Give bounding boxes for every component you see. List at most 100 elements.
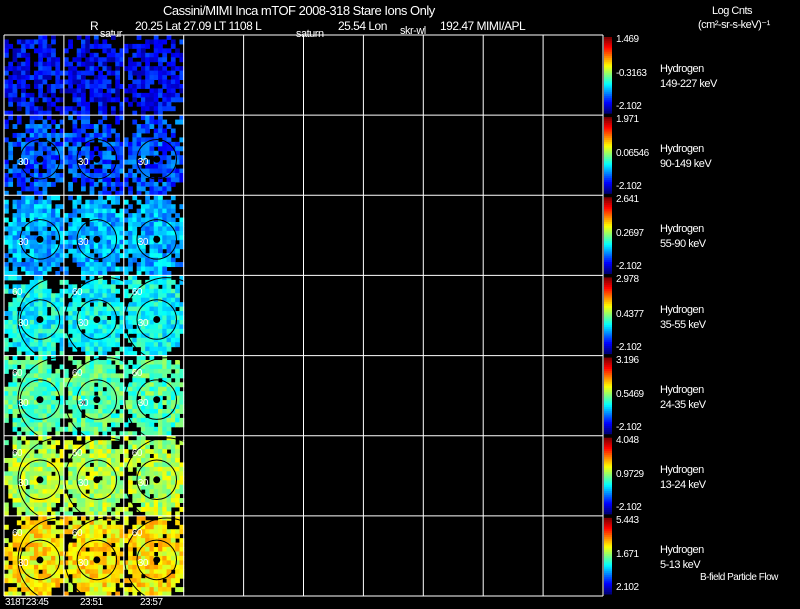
heatmap-cell <box>33 275 39 281</box>
heatmap-cell <box>29 400 35 406</box>
heatmap-cell <box>132 226 138 232</box>
heatmap-cell <box>132 244 138 250</box>
heatmap-cell <box>85 61 91 67</box>
heatmap-cell <box>16 83 22 89</box>
heatmap-cell <box>115 168 121 174</box>
heatmap-cell <box>98 248 103 254</box>
heatmap-cell <box>38 257 44 263</box>
heatmap-cell <box>55 582 61 588</box>
heatmap-cell <box>140 515 146 521</box>
heatmap-cell <box>81 101 86 107</box>
heatmap-cell <box>55 57 61 63</box>
heatmap-cell <box>8 311 14 316</box>
heatmap-cell <box>145 293 150 299</box>
heatmap-cell <box>85 337 91 343</box>
heatmap-cell <box>16 173 22 178</box>
heatmap-cell <box>132 88 138 94</box>
heatmap-cell <box>8 551 14 557</box>
heatmap-cell <box>102 75 108 81</box>
heatmap-cell <box>21 132 26 138</box>
heatmap-cell <box>42 453 48 459</box>
heatmap-cell <box>106 449 112 455</box>
heatmap-cell <box>149 70 155 76</box>
heatmap-cell <box>166 217 172 223</box>
heatmap-cell <box>158 43 163 49</box>
heatmap-cell <box>51 57 56 63</box>
heatmap-cell <box>85 422 91 428</box>
heatmap-cell <box>4 204 9 210</box>
heatmap-cell <box>4 48 9 54</box>
heatmap-cell <box>123 199 129 205</box>
heatmap-cell <box>149 266 155 272</box>
heatmap-cell <box>166 257 172 263</box>
heatmap-cell <box>102 569 108 575</box>
heatmap-cell <box>46 564 52 570</box>
heatmap-cell <box>63 70 69 76</box>
heatmap-cell <box>25 204 31 210</box>
heatmap-cell <box>29 404 35 410</box>
heatmap-cell <box>4 288 9 294</box>
heatmap-cell <box>149 97 155 103</box>
heatmap-cell <box>106 177 112 183</box>
heatmap-cell <box>12 440 18 446</box>
heatmap-cell <box>162 422 168 428</box>
heatmap-cell <box>51 293 56 299</box>
heatmap-cell <box>68 150 73 156</box>
heatmap-cell <box>153 444 159 450</box>
heatmap-cell <box>42 132 48 138</box>
heatmap-cell <box>153 168 159 174</box>
heatmap-cell <box>128 547 133 552</box>
heatmap-cell <box>72 159 78 165</box>
heatmap-cell <box>136 413 142 419</box>
heatmap-cell <box>162 181 168 187</box>
heatmap-cell <box>145 226 150 232</box>
heatmap-cell <box>55 262 61 268</box>
heatmap-cell <box>153 520 159 526</box>
heatmap-cell <box>106 498 112 503</box>
heatmap-cell <box>128 551 133 557</box>
heatmap-cell <box>98 484 103 490</box>
heatmap-cell <box>81 337 86 343</box>
heatmap-cell <box>46 426 52 432</box>
heatmap-cell <box>51 181 56 187</box>
heatmap-cell <box>85 444 91 450</box>
heatmap-cell <box>128 484 133 490</box>
heatmap-cell <box>123 141 129 147</box>
heatmap-cell <box>72 235 78 241</box>
heatmap-cell <box>170 573 176 579</box>
heatmap-cell <box>158 213 163 219</box>
heatmap-cell <box>51 395 56 401</box>
heatmap-cell <box>29 159 35 165</box>
heatmap-cell <box>29 97 35 103</box>
heatmap-cell <box>162 204 168 210</box>
heatmap-cell <box>170 364 176 370</box>
heatmap-cell <box>76 195 82 201</box>
heatmap-cell <box>42 186 48 192</box>
heatmap-cell <box>145 368 150 374</box>
heatmap-cell <box>149 262 155 268</box>
heatmap-cell <box>63 132 69 138</box>
heatmap-cell <box>81 489 86 495</box>
heatmap-cell <box>93 222 99 227</box>
heatmap-cell <box>21 262 26 268</box>
heatmap-cell <box>29 43 35 49</box>
heatmap-cell <box>132 560 138 566</box>
heatmap-cell <box>175 253 180 259</box>
heatmap-cell <box>93 413 99 419</box>
heatmap-cell <box>140 578 146 584</box>
heatmap-cell <box>98 302 103 308</box>
heatmap-cell <box>85 386 91 392</box>
heatmap-cell <box>140 342 146 348</box>
heatmap-cell <box>166 368 172 374</box>
heatmap-cell <box>68 186 73 192</box>
heatmap-cell <box>102 400 108 406</box>
heatmap-cell <box>106 502 112 508</box>
heatmap-cell <box>128 262 133 268</box>
heatmap-cell <box>162 57 168 63</box>
heatmap-cell <box>76 137 82 143</box>
heatmap-cell <box>149 75 155 81</box>
heatmap-cell <box>55 297 61 303</box>
contour-label: 30 <box>18 237 29 249</box>
heatmap-cell <box>25 498 31 503</box>
heatmap-cell <box>38 355 44 361</box>
